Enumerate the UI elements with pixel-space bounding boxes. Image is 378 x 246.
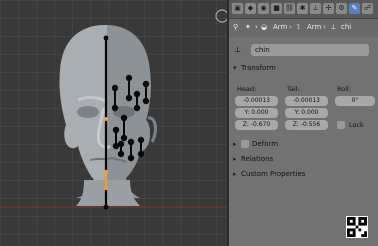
pin-icon[interactable]: ⚲ <box>233 23 238 31</box>
object-data-icon[interactable]: ✢ <box>323 3 334 14</box>
relations-title: Relations <box>241 155 274 163</box>
tail-z-field[interactable]: Z: -0.556 <box>285 120 328 130</box>
custom-properties-title: Custom Properties <box>241 170 306 178</box>
lock-checkbox[interactable] <box>337 121 345 129</box>
expand-right-icon: ▸ <box>233 140 237 148</box>
properties-toolbar: ▣ ◆ ◉ ■ ⛓ ✱ ⟂ ✢ ⚙ ✎ ☍ <box>229 0 378 19</box>
breadcrumb-arrow-icon: › <box>289 23 292 31</box>
head-y-field[interactable]: Y: 0.000 <box>235 108 278 118</box>
properties-panel: ▣ ◆ ◉ ■ ⛓ ✱ ⟂ ✢ ⚙ ✎ ☍ ⚲ ✦ › ◒ Arm › ⟟ Ar… <box>227 0 378 246</box>
transform-section-header[interactable]: ▾ Transform <box>233 64 276 76</box>
deform-section-header[interactable]: ▸ Deform <box>233 140 278 152</box>
tail-label: Tail: <box>287 85 300 93</box>
expand-down-icon: ▾ <box>233 64 237 72</box>
breadcrumb-arrow-icon: › <box>323 23 326 31</box>
deform-title: Deform <box>252 140 279 148</box>
custom-properties-section-header[interactable]: ▸ Custom Properties <box>233 170 305 182</box>
modifier-icon[interactable]: ✱ <box>297 3 308 14</box>
breadcrumb: ⚲ ✦ › ◒ Arm › ⟟ Arm › ⟂ chi <box>229 19 378 37</box>
bone-name-icon: ⟂ <box>235 45 241 54</box>
expand-right-icon: ▸ <box>233 170 237 178</box>
bone-icon[interactable]: ✎ <box>349 3 360 14</box>
transform-title: Transform <box>241 64 276 72</box>
head-z-field[interactable]: Z: -0.670 <box>235 120 278 130</box>
viewport-scene <box>0 9 227 210</box>
data-icon[interactable]: ⟂ <box>310 3 321 14</box>
scene-icon[interactable]: ◆ <box>245 3 256 14</box>
breadcrumb-arrow-icon: › <box>255 23 258 31</box>
object-icon[interactable]: ■ <box>271 3 282 14</box>
head-x-field[interactable]: -0.00013 <box>235 96 278 106</box>
expand-right-icon: ▸ <box>233 155 237 163</box>
breadcrumb-armature-icon: ⟟ <box>297 23 300 31</box>
bone-constraint-icon[interactable]: ☍ <box>362 3 373 14</box>
constraint-icon[interactable]: ⛓ <box>284 3 295 14</box>
breadcrumb-item[interactable]: Arm <box>273 23 287 31</box>
breadcrumb-object-icon: ◒ <box>261 23 268 31</box>
3d-viewport[interactable] <box>0 0 227 246</box>
roll-field[interactable]: 0° <box>335 96 375 106</box>
relations-section-header[interactable]: ▸ Relations <box>233 155 273 167</box>
3d-cursor-icon <box>215 9 227 23</box>
render-icon[interactable]: ▣ <box>232 3 243 14</box>
physics-icon[interactable]: ⚙ <box>336 3 347 14</box>
head-model <box>59 24 157 206</box>
breadcrumb-item[interactable]: Arm <box>307 23 321 31</box>
roll-label: Roll: <box>337 85 352 93</box>
world-icon[interactable]: ◉ <box>258 3 269 14</box>
qr-code-icon <box>346 216 368 238</box>
lock-label: Lock <box>349 121 364 129</box>
breadcrumb-bone-icon: ⟂ <box>331 23 336 31</box>
armature-icon: ✦ <box>245 23 251 31</box>
bone-name-field[interactable]: chin <box>251 44 369 56</box>
tail-y-field[interactable]: Y: 0.000 <box>285 108 328 118</box>
deform-checkbox[interactable] <box>241 140 249 148</box>
breadcrumb-item[interactable]: chi <box>341 23 351 31</box>
head-label: Head: <box>237 85 257 93</box>
tail-x-field[interactable]: -0.00013 <box>285 96 328 106</box>
